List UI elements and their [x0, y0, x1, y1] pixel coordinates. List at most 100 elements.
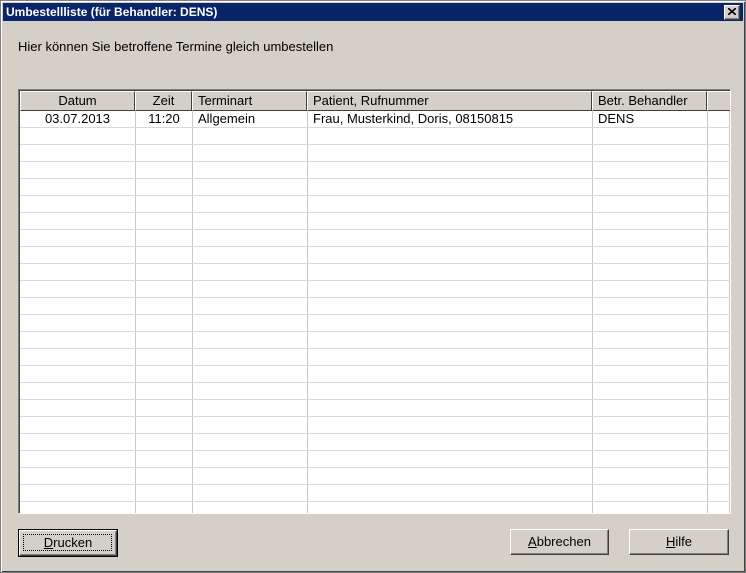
table-cell-datum [20, 417, 136, 433]
table-row[interactable] [20, 332, 730, 349]
table-row[interactable] [20, 196, 730, 213]
table-cell-patient [308, 298, 593, 314]
column-header-terminart[interactable]: Terminart [192, 91, 307, 111]
table-cell-terminart [193, 383, 308, 399]
table-cell-zeit [136, 145, 193, 161]
table-cell-datum: 03.07.2013 [20, 111, 136, 127]
table-cell-zeit [136, 366, 193, 382]
table-cell [708, 366, 730, 382]
table-cell-behandler [593, 179, 708, 195]
table-cell-patient [308, 247, 593, 263]
table-cell-datum [20, 400, 136, 416]
table-cell-datum [20, 485, 136, 501]
table-cell-zeit [136, 383, 193, 399]
column-header-patient[interactable]: Patient, Rufnummer [307, 91, 592, 111]
table-cell-zeit [136, 196, 193, 212]
table-cell-datum [20, 366, 136, 382]
table-cell-behandler [593, 230, 708, 246]
dialog-window: Umbestellliste (für Behandler: DENS) Hie… [0, 0, 746, 573]
table-cell-behandler [593, 196, 708, 212]
table-row[interactable] [20, 213, 730, 230]
table-row[interactable] [20, 349, 730, 366]
table-row[interactable] [20, 264, 730, 281]
table-cell-zeit [136, 315, 193, 331]
table-cell-patient [308, 128, 593, 144]
table-row[interactable] [20, 128, 730, 145]
close-button[interactable] [724, 5, 740, 20]
table-cell [708, 298, 730, 314]
table-row[interactable] [20, 502, 730, 513]
table-cell [708, 349, 730, 365]
table-cell-patient [308, 213, 593, 229]
table-cell-behandler [593, 247, 708, 263]
table-cell-datum [20, 247, 136, 263]
column-header-datum[interactable]: Datum [20, 91, 135, 111]
table-cell-patient [308, 485, 593, 501]
table-row[interactable] [20, 485, 730, 502]
table-row[interactable] [20, 298, 730, 315]
table-cell [708, 417, 730, 433]
table-row[interactable] [20, 417, 730, 434]
cancel-button[interactable]: Abbrechen [510, 529, 609, 555]
table-cell-terminart [193, 264, 308, 280]
table-cell-behandler [593, 332, 708, 348]
table-cell-behandler [593, 383, 708, 399]
table-cell-terminart [193, 179, 308, 195]
table-cell [708, 400, 730, 416]
table-cell-datum [20, 264, 136, 280]
table-cell [708, 128, 730, 144]
table-cell-patient [308, 451, 593, 467]
table-cell-terminart [193, 502, 308, 513]
table-row[interactable] [20, 400, 730, 417]
table-row[interactable] [20, 247, 730, 264]
table-cell-terminart [193, 434, 308, 450]
table-row[interactable]: 03.07.2013 11:20 Allgemein Frau, Musterkind… [20, 111, 730, 128]
table-cell-patient [308, 468, 593, 484]
table-cell [708, 162, 730, 178]
cancel-button-label: Abbrechen [528, 534, 591, 549]
table-row[interactable] [20, 162, 730, 179]
table-cell-zeit [136, 179, 193, 195]
title-bar[interactable]: Umbestellliste (für Behandler: DENS) [3, 3, 743, 21]
table-cell-zeit [136, 485, 193, 501]
table-cell [708, 502, 730, 513]
column-header-empty[interactable] [707, 91, 730, 111]
table-cell-patient [308, 230, 593, 246]
table-cell-terminart [193, 162, 308, 178]
column-header-zeit[interactable]: Zeit [135, 91, 192, 111]
table-cell-behandler [593, 145, 708, 161]
table-cell-zeit [136, 468, 193, 484]
table-cell-datum [20, 179, 136, 195]
table-cell-datum [20, 128, 136, 144]
table-cell-zeit [136, 502, 193, 513]
table-cell-patient [308, 400, 593, 416]
table-row[interactable] [20, 383, 730, 400]
table-cell-behandler [593, 264, 708, 280]
appointments-grid[interactable]: Datum Zeit Terminart Patient, Rufnummer … [18, 89, 731, 514]
table-cell-datum [20, 315, 136, 331]
print-button[interactable]: Drucken [18, 529, 118, 557]
table-cell-datum [20, 468, 136, 484]
table-cell [708, 264, 730, 280]
table-cell-patient [308, 264, 593, 280]
table-row[interactable] [20, 451, 730, 468]
column-header-behandler[interactable]: Betr. Behandler [592, 91, 707, 111]
table-row[interactable] [20, 281, 730, 298]
table-row[interactable] [20, 145, 730, 162]
help-button[interactable]: Hilfe [629, 529, 729, 555]
table-row[interactable] [20, 230, 730, 247]
table-cell-datum [20, 332, 136, 348]
table-cell-terminart [193, 400, 308, 416]
table-cell-behandler: DENS [593, 111, 708, 127]
table-cell-datum [20, 502, 136, 513]
table-cell [708, 451, 730, 467]
table-cell-terminart [193, 468, 308, 484]
table-cell-behandler [593, 485, 708, 501]
table-row[interactable] [20, 315, 730, 332]
table-row[interactable] [20, 179, 730, 196]
table-row[interactable] [20, 434, 730, 451]
table-cell-datum [20, 383, 136, 399]
table-row[interactable] [20, 468, 730, 485]
table-row[interactable] [20, 366, 730, 383]
table-cell-patient [308, 196, 593, 212]
